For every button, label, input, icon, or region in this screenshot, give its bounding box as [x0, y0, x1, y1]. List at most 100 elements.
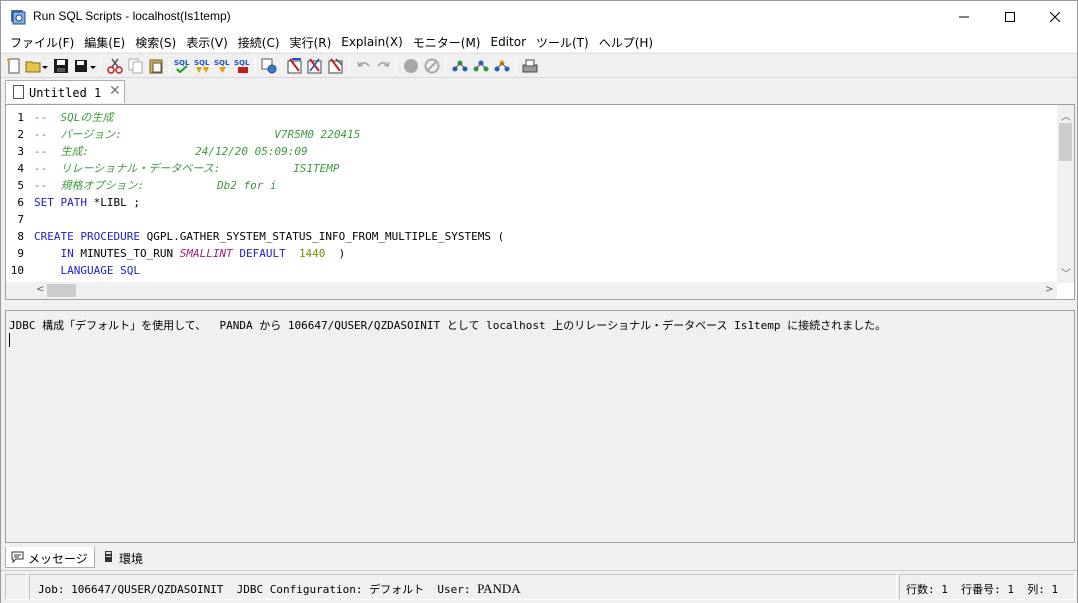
tab-untitled-1[interactable]: Untitled 1 ✕: [5, 80, 125, 103]
horizontal-scrollbar[interactable]: < >: [6, 282, 1057, 299]
tab-environment-label: 環境: [119, 552, 144, 566]
horizontal-scroll-thumb[interactable]: [47, 284, 76, 297]
stop-icon[interactable]: [402, 57, 420, 75]
run-from-selected-icon[interactable]: SQL: [214, 57, 232, 75]
line-content: -- 生成: 24/12/20 05:09:09: [34, 143, 308, 160]
explain-icon[interactable]: [286, 57, 304, 75]
job-info: Job: 106647/QUSER/QZDASOINIT JDBC Config…: [38, 583, 478, 596]
save-dropdown-icon[interactable]: [89, 57, 97, 75]
syntax-check-icon[interactable]: SQL: [174, 57, 192, 75]
connection-icon[interactable]: [260, 57, 278, 75]
visual-explain-only-icon[interactable]: [451, 57, 469, 75]
line-number: 4: [17, 162, 24, 175]
explain-graph-icon[interactable]: [493, 57, 511, 75]
run-all-icon[interactable]: SQL: [194, 57, 212, 75]
scroll-up-icon[interactable]: ︿: [1061, 108, 1071, 123]
svg-text:SQL: SQL: [194, 59, 210, 67]
menu-run[interactable]: 実行(R): [285, 34, 337, 51]
code-area[interactable]: 1 -- SQLの生成 2 -- バージョン: V7R5M0 220415 3 -- 生成…: [6, 109, 1056, 284]
paste-icon[interactable]: [147, 57, 165, 75]
menu-search[interactable]: 検索(S): [130, 34, 181, 51]
minimize-button[interactable]: [941, 1, 987, 32]
code-token: -- 生成: 24/12/20 05:09:09: [34, 145, 308, 158]
close-icon: [1050, 11, 1060, 22]
code-line[interactable]: 3 -- 生成: 24/12/20 05:09:09: [6, 143, 1056, 160]
code-line[interactable]: 8 CREATE PROCEDURE QGPL.GATHER_SYSTEM_STA…: [6, 228, 1056, 245]
code-line[interactable]: 2 -- バージョン: V7R5M0 220415: [6, 126, 1056, 143]
line-number: 3: [17, 145, 24, 158]
run-selected-icon[interactable]: SQL: [234, 57, 252, 75]
code-token: -- 規格オプション: Db2 for i: [34, 179, 277, 192]
line-content: -- バージョン: V7R5M0 220415: [34, 126, 360, 143]
line-number: 1: [17, 111, 24, 124]
undo-icon[interactable]: [355, 57, 373, 75]
tab-close-icon[interactable]: ✕: [109, 83, 121, 99]
close-button[interactable]: [1032, 1, 1078, 32]
svg-text:SQL: SQL: [234, 59, 250, 67]
cut-icon[interactable]: [106, 57, 124, 75]
code-line[interactable]: 4 -- リレーショナル・データベース: IS1TEMP: [6, 160, 1056, 177]
save-all-icon[interactable]: [72, 57, 90, 75]
cancel-icon[interactable]: [423, 57, 441, 75]
tab-environment[interactable]: 環境: [97, 547, 149, 568]
scroll-down-icon[interactable]: ﹀: [1061, 265, 1071, 280]
menu-file[interactable]: ファイル(F): [5, 34, 79, 51]
line-number: 2: [17, 128, 24, 141]
code-token: PROCEDURE: [80, 230, 140, 243]
code-token: SMALLINT: [179, 247, 233, 260]
menu-monitor[interactable]: モニター(M): [408, 34, 486, 51]
visual-explain-icon[interactable]: [327, 57, 345, 75]
toolbar-separator: [169, 58, 170, 74]
toolbar-separator: [100, 58, 101, 74]
line-content: IN MINUTES_TO_RUN SMALLINT DEFAULT 1440 …: [34, 245, 346, 262]
scroll-right-icon[interactable]: >: [1045, 284, 1053, 295]
print-icon[interactable]: [521, 57, 539, 75]
maximize-button[interactable]: [987, 1, 1033, 32]
code-line[interactable]: 7: [6, 211, 1056, 228]
redo-icon[interactable]: [374, 57, 392, 75]
run-and-explain-icon[interactable]: [306, 57, 324, 75]
tab-messages[interactable]: メッセージ: [5, 547, 95, 568]
bottom-tab-strip: メッセージ 環境: [1, 545, 1077, 569]
title-bar[interactable]: Run SQL Scripts - localhost(Is1temp): [1, 1, 1077, 32]
menu-help[interactable]: ヘルプ(H): [594, 34, 658, 51]
run-visual-explain-icon[interactable]: [472, 57, 490, 75]
menu-bar: ファイル(F) 編集(E) 検索(S) 表示(V) 接続(C) 実行(R) Ex…: [1, 32, 1077, 52]
menu-editor[interactable]: Editor: [485, 35, 531, 49]
menu-view[interactable]: 表示(V): [181, 34, 233, 51]
line-number: 5: [17, 179, 24, 192]
code-token: QGPL.GATHER_SYSTEM_STATUS_INFO_FROM_MULT…: [139, 230, 505, 243]
connection-message: JDBC 構成「デフォルト」を使用して、 PANDA から 106647/QUS…: [9, 319, 887, 332]
code-line[interactable]: 5 -- 規格オプション: Db2 for i: [6, 177, 1056, 194]
sql-editor[interactable]: 1 -- SQLの生成 2 -- バージョン: V7R5M0 220415 3 -- 生成…: [5, 104, 1075, 300]
svg-text:SQL: SQL: [214, 59, 230, 67]
code-line[interactable]: 6 SET PATH *LIBL ;: [6, 194, 1056, 211]
menu-tools[interactable]: ツール(T): [531, 34, 594, 51]
copy-icon[interactable]: [127, 57, 145, 75]
menu-edit[interactable]: 編集(E): [79, 34, 130, 51]
line-content: -- リレーショナル・データベース: IS1TEMP: [34, 160, 340, 177]
pane-splitter[interactable]: [1, 301, 1077, 309]
vertical-scrollbar[interactable]: ︿ ﹀: [1057, 105, 1074, 283]
new-icon[interactable]: [5, 57, 23, 75]
scroll-left-icon[interactable]: <: [36, 284, 44, 295]
toolbar-separator: [395, 58, 396, 74]
line-content: CREATE PROCEDURE QGPL.GATHER_SYSTEM_STAT…: [34, 228, 504, 245]
open-dropdown-icon[interactable]: [41, 57, 49, 75]
code-line[interactable]: 9 IN MINUTES_TO_RUN SMALLINT DEFAULT 144…: [6, 245, 1056, 262]
line-number: 8: [17, 230, 24, 243]
code-line[interactable]: 10 LANGUAGE SQL: [6, 262, 1056, 279]
code-token: PATH: [60, 196, 88, 209]
message-icon: [11, 551, 24, 563]
code-token: IN: [60, 247, 74, 260]
status-cursor-position: 行数: 1 行番号: 1 列: 1: [899, 574, 1075, 600]
menu-explain[interactable]: Explain(X): [336, 35, 408, 49]
message-pane[interactable]: JDBC 構成「デフォルト」を使用して、 PANDA から 106647/QUS…: [5, 310, 1075, 543]
vertical-scroll-thumb[interactable]: [1059, 123, 1072, 161]
code-line[interactable]: 1 -- SQLの生成: [6, 109, 1056, 126]
menu-connection[interactable]: 接続(C): [233, 34, 285, 51]
toolbar: SQL SQL SQL SQL: [1, 53, 1077, 78]
save-icon[interactable]: [52, 57, 70, 75]
